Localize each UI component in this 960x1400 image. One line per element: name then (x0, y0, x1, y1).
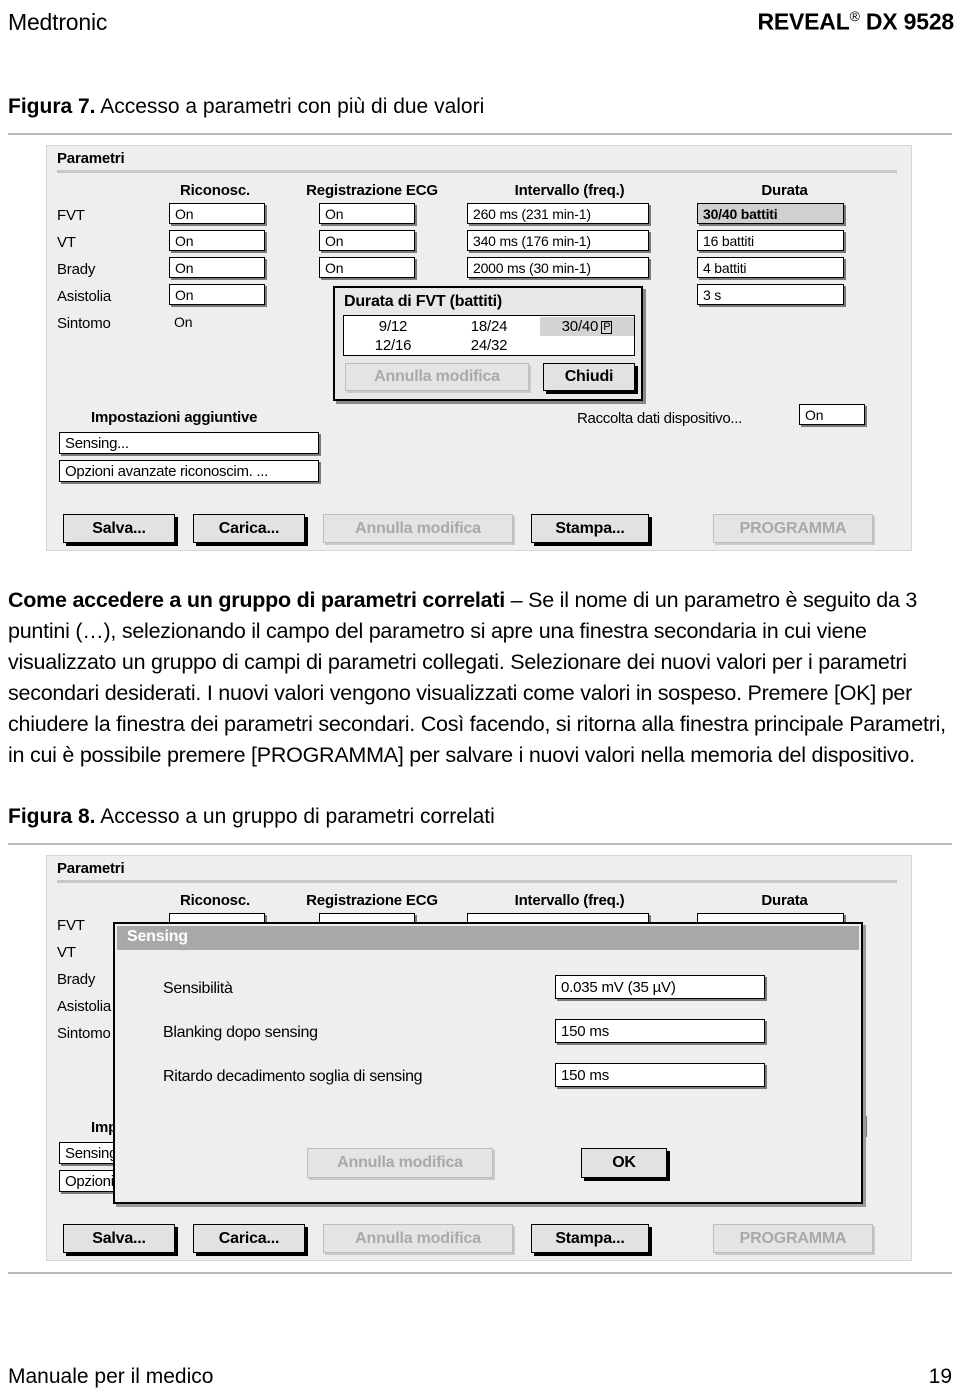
figure7-popup-option-30-40-text: 30/40 (561, 318, 599, 335)
figure7-device-data-label: Raccolta dati dispositivo... (577, 410, 743, 427)
figure7-program-button: PROGRAMMA (713, 514, 873, 543)
figure7-caption-text: Accesso a parametri con più di due valor… (100, 95, 485, 118)
figure7-field-riconosc-sintomo: On (174, 313, 193, 330)
figure8-bottom-rule (8, 1272, 952, 1274)
figure8-window-title: Parametri (57, 860, 125, 877)
figure7-advanced-options-button[interactable]: Opzioni avanzate riconoscim. ... (59, 460, 319, 482)
figure7-col-head-durata: Durata (761, 182, 808, 199)
figure7-col-head-intervallo: Intervallo (freq.) (514, 182, 625, 199)
figure7-popup-option-18-24[interactable]: 18/24 (444, 318, 534, 335)
figure8-row-label-sintomo: Sintomo (57, 1025, 111, 1042)
body-paragraph-lead: Come accedere a un gruppo di parametri c… (8, 588, 505, 612)
product-title: REVEAL® DX 9528 (757, 8, 954, 36)
figure7-popup-close-button[interactable]: Chiudi (543, 363, 635, 391)
figure8-row-label-fvt: FVT (57, 917, 85, 934)
figure8-caption-text: Accesso a un gruppo di parametri correla… (100, 805, 495, 828)
figure7-field-durata-brady[interactable]: 4 battiti (697, 257, 844, 278)
figure7-save-button[interactable]: Salva... (63, 514, 175, 543)
figure7-popup-option-30-40[interactable]: 30/40 P (540, 317, 634, 336)
product-model: DX 9528 (865, 8, 954, 35)
figure7-caption: Figura 7. Accesso a parametri con più di… (8, 95, 484, 119)
figure7-field-durata-fvt[interactable]: 30/40 battiti (697, 203, 844, 224)
figure7-load-button[interactable]: Carica... (193, 514, 305, 543)
figure7-device-data-value[interactable]: On (799, 404, 865, 425)
figure7-sensing-button[interactable]: Sensing... (59, 432, 319, 454)
figure7-field-riconosc-asistolia[interactable]: On (169, 284, 265, 305)
figure8-modal-label-blanking: Blanking dopo sensing (163, 1024, 318, 1041)
figure7-titlebar-rule (57, 170, 897, 173)
figure7-caption-label: Figura 7. (8, 95, 96, 118)
figure8-modal-titlebar (117, 926, 859, 950)
figure7-field-riconosc-vt[interactable]: On (169, 230, 265, 251)
footer-manual-title: Manuale per il medico (8, 1365, 214, 1388)
figure8-titlebar-rule (57, 880, 897, 883)
figure8-caption: Figura 8. Accesso a un gruppo di paramet… (8, 805, 495, 829)
figure8-modal-value-sensibilita[interactable]: 0.035 mV (35 µV) (555, 975, 765, 999)
figure8-row-label-asistolia: Asistolia (57, 998, 112, 1015)
figure8-save-button[interactable]: Salva... (63, 1224, 175, 1253)
figure7-field-ecg-fvt[interactable]: On (319, 203, 415, 224)
figure7-field-intervallo-fvt[interactable]: 260 ms (231 min-1) (467, 203, 649, 224)
footer-page-number: 19 (928, 1365, 952, 1388)
figure8-print-button[interactable]: Stampa... (531, 1224, 649, 1253)
figure7-field-ecg-vt[interactable]: On (319, 230, 415, 251)
body-paragraph: Come accedere a un gruppo di parametri c… (8, 585, 954, 771)
figure8-col-head-riconosc: Riconosc. (180, 892, 250, 909)
figure8-load-button[interactable]: Carica... (193, 1224, 305, 1253)
figure8-row-label-brady: Brady (57, 971, 96, 988)
figure7-popup-option-24-32[interactable]: 24/32 (444, 337, 534, 354)
figure7-field-intervallo-vt[interactable]: 340 ms (176 min-1) (467, 230, 649, 251)
body-paragraph-rest: – Se il nome di un parametro è seguito d… (8, 588, 946, 767)
figure8-modal-title: Sensing (127, 928, 188, 945)
figure7-popup-title: Durata di FVT (battiti) (344, 293, 503, 310)
figure7-undo-button: Annulla modifica (323, 514, 513, 543)
figure7-field-durata-vt[interactable]: 16 battiti (697, 230, 844, 251)
figure7-top-rule (8, 133, 952, 135)
product-name: REVEAL (757, 8, 850, 35)
figure8-modal-value-ritardo[interactable]: 150 ms (555, 1063, 765, 1087)
figure7-print-button[interactable]: Stampa... (531, 514, 649, 543)
figure7-durata-fvt-popup: Durata di FVT (battiti) 9/12 18/24 30/40… (333, 286, 643, 401)
figure7-popup-option-12-16[interactable]: 12/16 (348, 337, 438, 354)
brand-name: Medtronic (8, 8, 108, 35)
figure7-popup-undo-button: Annulla modifica (345, 363, 529, 391)
page-header: Medtronic REVEAL® DX 9528 (0, 0, 960, 44)
figure8-col-head-intervallo: Intervallo (freq.) (514, 892, 625, 909)
figure7-row-label-vt: VT (57, 234, 76, 251)
figure8-modal-label-ritardo: Ritardo decadimento soglia di sensing (163, 1068, 423, 1085)
figure8-col-head-ecg: Registrazione ECG (306, 892, 438, 909)
figure8-sensing-modal: Sensing Sensibilità 0.035 mV (35 µV) Bla… (113, 922, 863, 1204)
figure7-popup-option-list: 9/12 18/24 30/40 P 12/16 24/32 (343, 315, 635, 356)
figure8-modal-undo-button: Annulla modifica (307, 1148, 493, 1178)
figure7-field-riconosc-fvt[interactable]: On (169, 203, 265, 224)
figure7-parametri-window: Parametri Riconosc. Registrazione ECG In… (46, 145, 912, 551)
figure7-field-durata-asistolia[interactable]: 3 s (697, 284, 844, 305)
page-footer: Manuale per il medico 19 (0, 1362, 960, 1392)
figure8-caption-label: Figura 8. (8, 805, 96, 828)
figure7-field-riconosc-brady[interactable]: On (169, 257, 265, 278)
figure7-row-label-sintomo: Sintomo (57, 315, 111, 332)
figure7-popup-option-9-12[interactable]: 9/12 (348, 318, 438, 335)
figure7-col-head-ecg: Registrazione ECG (306, 182, 438, 199)
figure8-program-button: PROGRAMMA (713, 1224, 873, 1253)
registered-trademark-icon: ® (849, 8, 860, 25)
figure8-modal-value-blanking[interactable]: 150 ms (555, 1019, 765, 1043)
figure8-parametri-window: Parametri Riconosc. Registrazione ECG In… (46, 855, 912, 1261)
figure7-field-ecg-brady[interactable]: On (319, 257, 415, 278)
figure8-modal-ok-button[interactable]: OK (581, 1148, 667, 1178)
figure7-row-label-brady: Brady (57, 261, 96, 278)
figure8-modal-label-sensibilita: Sensibilità (163, 980, 233, 997)
figure7-col-head-riconosc: Riconosc. (180, 182, 250, 199)
figure8-col-head-durata: Durata (761, 892, 808, 909)
figure7-window-title: Parametri (57, 150, 125, 167)
pending-value-icon: P (601, 321, 613, 334)
figure8-top-rule (8, 843, 952, 845)
figure7-row-label-fvt: FVT (57, 207, 85, 224)
figure8-undo-button: Annulla modifica (323, 1224, 513, 1253)
figure7-additional-settings-heading: Impostazioni aggiuntive (91, 409, 258, 426)
figure8-row-label-vt: VT (57, 944, 76, 961)
figure7-field-intervallo-brady[interactable]: 2000 ms (30 min-1) (467, 257, 649, 278)
figure7-row-label-asistolia: Asistolia (57, 288, 112, 305)
